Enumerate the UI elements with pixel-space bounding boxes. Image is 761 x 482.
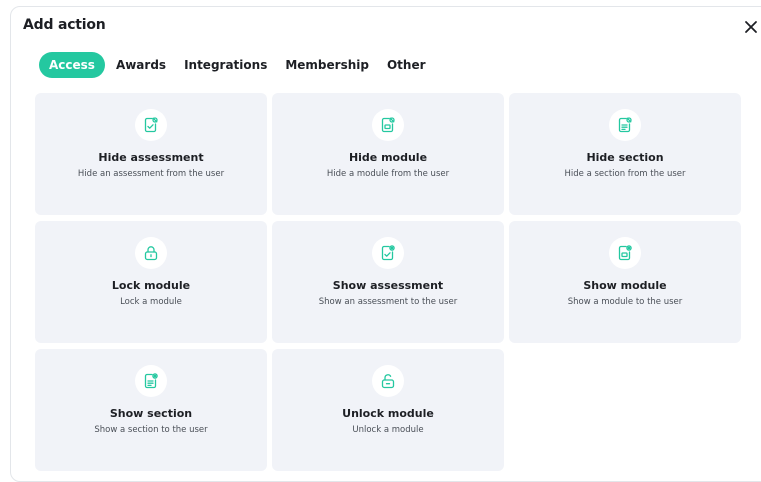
- tab-awards[interactable]: Awards: [107, 52, 175, 78]
- action-description: Unlock a module: [352, 425, 424, 435]
- action-description: Hide a section from the user: [564, 169, 686, 179]
- action-card-show-section[interactable]: Show section Show a section to the user: [35, 349, 267, 471]
- action-title: Hide module: [348, 151, 428, 164]
- action-description: Show an assessment to the user: [318, 297, 458, 307]
- action-card-show-assessment[interactable]: Show assessment Show an assessment to th…: [272, 221, 504, 343]
- document-hidden-icon: [372, 109, 404, 141]
- unlock-icon: [372, 365, 404, 397]
- action-description: Lock a module: [120, 297, 182, 307]
- action-description: Hide a module from the user: [326, 169, 450, 179]
- tab-access[interactable]: Access: [39, 52, 105, 78]
- action-title: Hide section: [586, 151, 664, 164]
- action-title: Unlock module: [342, 407, 434, 420]
- action-card-hide-assessment[interactable]: Hide assessment Hide an assessment from …: [35, 93, 267, 215]
- add-action-dialog: Add action Access Awards Integrations Me…: [10, 6, 761, 482]
- action-title: Show module: [583, 279, 667, 292]
- action-description: Show a section to the user: [94, 425, 208, 435]
- action-card-show-module[interactable]: Show module Show a module to the user: [509, 221, 741, 343]
- document-lines-hidden-icon: [609, 109, 641, 141]
- document-lines-visible-icon: [135, 365, 167, 397]
- lock-icon: [135, 237, 167, 269]
- action-description: Show a module to the user: [567, 297, 683, 307]
- tab-other[interactable]: Other: [378, 52, 435, 78]
- action-title: Show assessment: [332, 279, 444, 292]
- action-card-hide-section[interactable]: Hide section Hide a section from the use…: [509, 93, 741, 215]
- action-title: Lock module: [111, 279, 191, 292]
- action-card-lock-module[interactable]: Lock module Lock a module: [35, 221, 267, 343]
- action-description: Hide an assessment from the user: [77, 169, 225, 179]
- tab-bar: Access Awards Integrations Membership Ot…: [39, 52, 435, 78]
- action-card-hide-module[interactable]: Hide module Hide a module from the user: [272, 93, 504, 215]
- close-icon[interactable]: [743, 19, 759, 35]
- dialog-title: Add action: [23, 17, 106, 33]
- action-grid: Hide assessment Hide an assessment from …: [35, 93, 741, 471]
- action-title: Hide assessment: [98, 151, 204, 164]
- tab-membership[interactable]: Membership: [276, 52, 378, 78]
- document-visible-icon: [609, 237, 641, 269]
- document-check-visible-icon: [372, 237, 404, 269]
- action-title: Show section: [109, 407, 193, 420]
- action-card-unlock-module[interactable]: Unlock module Unlock a module: [272, 349, 504, 471]
- document-check-hidden-icon: [135, 109, 167, 141]
- tab-integrations[interactable]: Integrations: [175, 52, 276, 78]
